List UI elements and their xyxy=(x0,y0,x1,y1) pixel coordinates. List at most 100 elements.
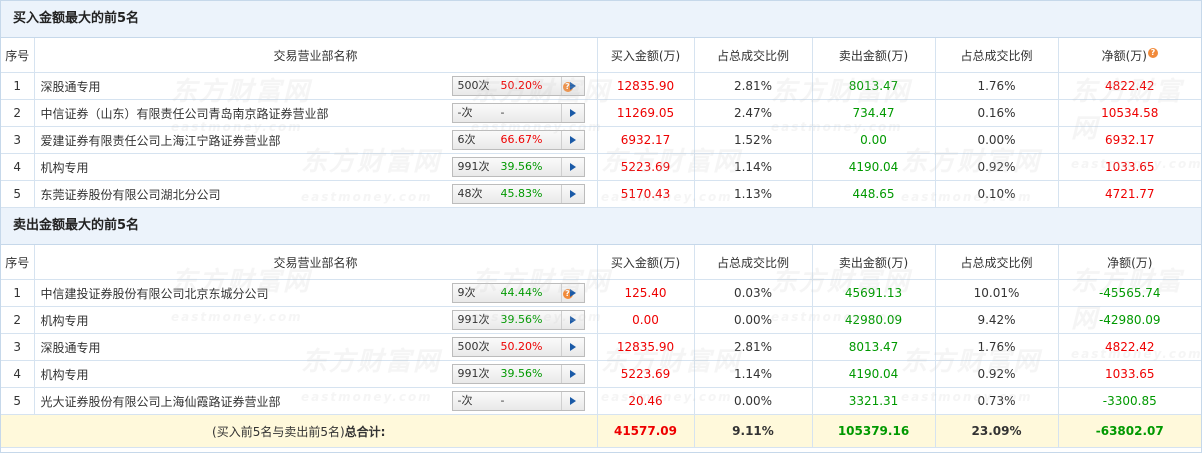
expand-arrow-icon[interactable] xyxy=(569,289,576,297)
net-amount: -42980.09 xyxy=(1057,306,1201,334)
branch-cell: 深股通专用 500次 50.20% xyxy=(33,333,598,361)
branch-stats-button[interactable]: -次 - xyxy=(451,103,585,123)
branch-stats-button[interactable]: 500次 50.20%? xyxy=(451,76,585,96)
branch-name[interactable]: 机构专用 xyxy=(41,159,89,176)
divider xyxy=(560,131,562,149)
expand-arrow-icon[interactable] xyxy=(569,343,576,351)
expand-arrow-icon[interactable] xyxy=(569,370,576,378)
net-amount: -3300.85 xyxy=(1057,387,1201,415)
branch-cell: 光大证券股份有限公司上海仙霞路证券营业部 -次 - xyxy=(33,387,598,415)
branch-stats-button[interactable]: 6次 66.67% xyxy=(451,130,585,150)
win-rate: - xyxy=(500,106,505,119)
buy-table-header: 序号 交易营业部名称 买入金额(万) 占总成交比例 卖出金额(万) 占总成交比例… xyxy=(1,38,1201,73)
expand-arrow-icon[interactable] xyxy=(569,397,576,405)
sell-amount: 4190.04 xyxy=(811,360,936,388)
branch-name[interactable]: 爱建证券有限责任公司上海江宁路证券营业部 xyxy=(41,132,281,149)
branch-name[interactable]: 机构专用 xyxy=(41,312,89,329)
sell-section-title: 卖出金额最大的前5名 xyxy=(1,208,1201,245)
expand-arrow-icon[interactable] xyxy=(569,190,576,198)
net-amount: -45565.74 xyxy=(1057,279,1201,307)
expand-arrow-icon[interactable] xyxy=(569,109,576,117)
branch-stats-button[interactable]: 991次 39.56% xyxy=(451,310,585,330)
total-net: -63802.07 xyxy=(1057,414,1201,448)
buy-table-body: 1 深股通专用 500次 50.20%? 12835.90 2.81% 8013.47 1.7… xyxy=(1,72,1201,208)
branch-name[interactable]: 光大证券股份有限公司上海仙霞路证券营业部 xyxy=(41,393,281,410)
branch-name[interactable]: 中信证券（山东）有限责任公司青岛南京路证券营业部 xyxy=(41,105,329,122)
net-amount: 6932.17 xyxy=(1057,126,1201,154)
win-rate: 44.44% xyxy=(500,286,543,299)
col-net: 净额(万)? xyxy=(1057,38,1201,73)
win-rate: 66.67% xyxy=(500,133,543,146)
col-buy: 买入金额(万) xyxy=(596,38,695,73)
list-count: 991次 xyxy=(457,313,490,326)
buy-ratio: 2.81% xyxy=(693,72,813,100)
col-sell-ratio: 占总成交比例 xyxy=(934,245,1059,280)
col-sell-ratio: 占总成交比例 xyxy=(934,38,1059,73)
sell-table-header: 序号 交易营业部名称 买入金额(万) 占总成交比例 卖出金额(万) 占总成交比例… xyxy=(1,245,1201,280)
expand-arrow-icon[interactable] xyxy=(569,163,576,171)
table-row: 3 爱建证券有限责任公司上海江宁路证券营业部 6次 66.67% 6932.17 1.52… xyxy=(1,126,1201,154)
branch-stats-button[interactable]: 991次 39.56% xyxy=(451,364,585,384)
branch-name[interactable]: 深股通专用 xyxy=(41,78,101,95)
branch-cell: 中信建投证券股份有限公司北京东城分公司 9次 44.44%? xyxy=(33,279,598,307)
branch-stats-button[interactable]: 9次 44.44%? xyxy=(451,283,585,303)
sell-ratio: 10.01% xyxy=(934,279,1059,307)
rank-cell: 5 xyxy=(1,387,35,415)
rank-cell: 2 xyxy=(1,99,35,127)
branch-stats-button[interactable]: 500次 50.20% xyxy=(451,337,585,357)
buy-ratio: 2.81% xyxy=(693,333,813,361)
list-count: -次 xyxy=(457,106,473,119)
branch-cell: 深股通专用 500次 50.20%? xyxy=(33,72,598,100)
branch-name[interactable]: 中信建投证券股份有限公司北京东城分公司 xyxy=(41,285,269,302)
buy-ratio: 1.52% xyxy=(693,126,813,154)
branch-stats-button[interactable]: -次 - xyxy=(451,391,585,411)
rank-cell: 2 xyxy=(1,306,35,334)
expand-arrow-icon[interactable] xyxy=(569,82,576,90)
col-branch: 交易营业部名称 xyxy=(33,245,598,280)
divider xyxy=(560,311,562,329)
divider xyxy=(560,392,562,410)
sell-amount: 0.00 xyxy=(811,126,936,154)
buy-section-title: 买入金额最大的前5名 xyxy=(1,1,1201,38)
branch-name[interactable]: 东莞证券股份有限公司湖北分公司 xyxy=(41,186,221,203)
branch-cell: 机构专用 991次 39.56% xyxy=(33,306,598,334)
divider xyxy=(560,158,562,176)
rank-cell: 4 xyxy=(1,360,35,388)
sell-amount: 4190.04 xyxy=(811,153,936,181)
win-rate: 50.20% xyxy=(500,340,543,353)
total-buy-ratio: 9.11% xyxy=(693,414,813,448)
help-icon[interactable]: ? xyxy=(1147,47,1158,58)
expand-arrow-icon[interactable] xyxy=(569,136,576,144)
expand-arrow-icon[interactable] xyxy=(569,316,576,324)
dragon-tiger-board: 买入金额最大的前5名 序号 交易营业部名称 买入金额(万) 占总成交比例 卖出金… xyxy=(0,0,1202,453)
list-count: 991次 xyxy=(457,367,490,380)
branch-cell: 爱建证券有限责任公司上海江宁路证券营业部 6次 66.67% xyxy=(33,126,598,154)
sell-ratio: 0.00% xyxy=(934,126,1059,154)
rank-cell: 3 xyxy=(1,333,35,361)
buy-amount: 12835.90 xyxy=(596,333,695,361)
sell-table: 序号 交易营业部名称 买入金额(万) 占总成交比例 卖出金额(万) 占总成交比例… xyxy=(1,245,1201,448)
total-label: (买入前5名与卖出前5名)总合计: xyxy=(1,414,598,448)
win-rate: 39.56% xyxy=(500,313,543,326)
net-amount: 1033.65 xyxy=(1057,153,1201,181)
col-sell: 卖出金额(万) xyxy=(811,245,936,280)
divider xyxy=(560,284,562,302)
table-row: 5 东莞证券股份有限公司湖北分公司 48次 45.83% 5170.43 1.13% 448… xyxy=(1,180,1201,208)
sell-ratio: 0.16% xyxy=(934,99,1059,127)
sell-amount: 734.47 xyxy=(811,99,936,127)
branch-stats-button[interactable]: 991次 39.56% xyxy=(451,157,585,177)
net-amount: 4721.77 xyxy=(1057,180,1201,208)
col-buy-ratio: 占总成交比例 xyxy=(693,245,813,280)
rank-cell: 3 xyxy=(1,126,35,154)
divider xyxy=(560,104,562,122)
table-row: 2 机构专用 991次 39.56% 0.00 0.00% 42980.09 9.42% -42… xyxy=(1,306,1201,334)
buy-ratio: 0.00% xyxy=(693,387,813,415)
branch-stats-button[interactable]: 48次 45.83% xyxy=(451,184,585,204)
list-count: -次 xyxy=(457,394,473,407)
branch-cell: 中信证券（山东）有限责任公司青岛南京路证券营业部 -次 - xyxy=(33,99,598,127)
sell-ratio: 1.76% xyxy=(934,72,1059,100)
total-buy: 41577.09 xyxy=(596,414,695,448)
sell-ratio: 9.42% xyxy=(934,306,1059,334)
branch-name[interactable]: 深股通专用 xyxy=(41,339,101,356)
branch-name[interactable]: 机构专用 xyxy=(41,366,89,383)
